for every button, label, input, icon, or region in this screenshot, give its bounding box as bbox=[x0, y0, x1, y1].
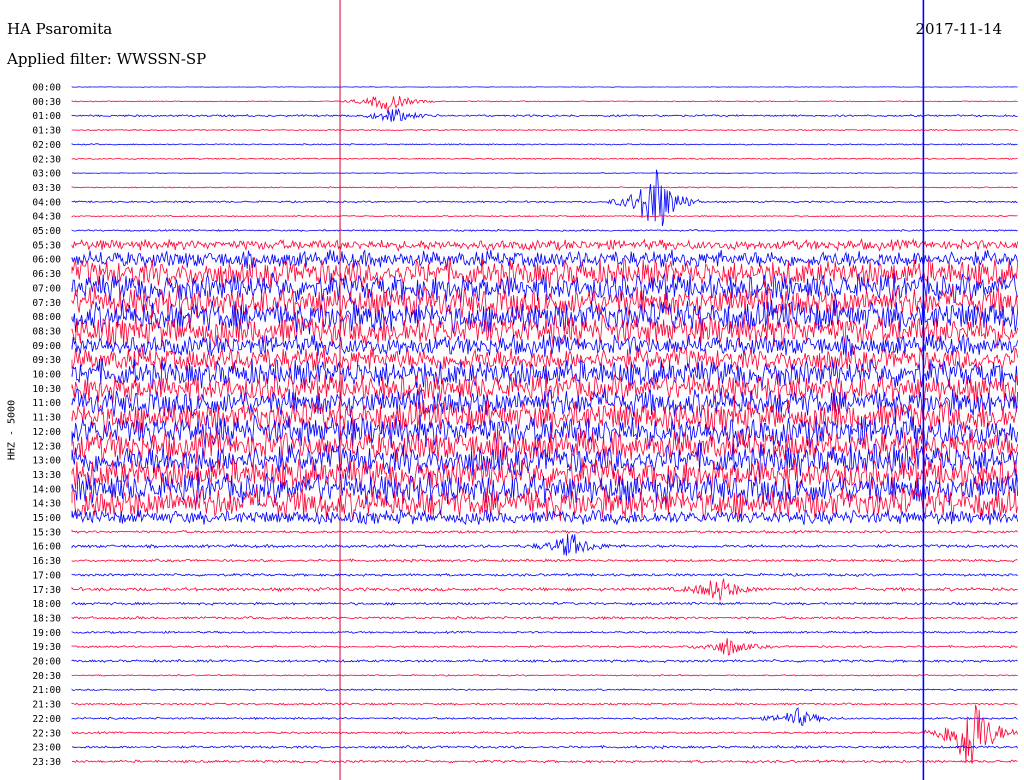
trace-row bbox=[71, 638, 1018, 656]
trace-row bbox=[71, 313, 1018, 349]
row-time-label: 18:00 bbox=[32, 599, 61, 610]
row-time-label: 07:30 bbox=[32, 298, 61, 309]
row-time-label: 05:30 bbox=[32, 240, 61, 251]
row-time-label: 10:00 bbox=[32, 370, 61, 381]
row-time-label: 09:30 bbox=[32, 355, 61, 366]
row-time-label: 21:00 bbox=[32, 685, 61, 696]
trace-row bbox=[71, 704, 1018, 764]
row-time-label: 22:00 bbox=[32, 714, 61, 725]
row-time-label: 07:00 bbox=[32, 283, 61, 294]
row-time-label: 19:30 bbox=[32, 642, 61, 653]
row-time-label: 12:30 bbox=[32, 441, 61, 452]
trace-row bbox=[71, 744, 1018, 750]
row-time-label: 17:00 bbox=[32, 570, 61, 581]
row-time-label: 19:00 bbox=[32, 628, 61, 639]
trace-row bbox=[71, 688, 1018, 692]
row-time-label: 03:30 bbox=[32, 183, 61, 194]
row-time-label: 06:30 bbox=[32, 269, 61, 280]
row-time-label: 13:30 bbox=[32, 470, 61, 481]
row-time-label: 21:30 bbox=[32, 700, 61, 711]
trace-row bbox=[71, 457, 1018, 492]
trace-row bbox=[71, 96, 1018, 114]
row-time-label: 08:00 bbox=[32, 312, 61, 323]
trace-row bbox=[71, 578, 1018, 601]
trace-row bbox=[71, 333, 1018, 358]
row-time-label: 02:00 bbox=[32, 140, 61, 151]
row-time-label: 23:00 bbox=[32, 743, 61, 754]
row-time-label: 09:00 bbox=[32, 341, 61, 352]
trace-row bbox=[71, 229, 1018, 232]
row-time-label: 05:00 bbox=[32, 226, 61, 237]
row-time-label: 18:30 bbox=[32, 613, 61, 624]
trace-row bbox=[71, 509, 1018, 526]
row-time-label: 23:30 bbox=[32, 757, 61, 768]
row-time-label: 04:30 bbox=[32, 212, 61, 223]
trace-row bbox=[71, 533, 1018, 556]
row-time-label: 15:30 bbox=[32, 527, 61, 538]
trace-row bbox=[71, 86, 1018, 88]
row-time-label: 06:00 bbox=[32, 255, 61, 266]
trace-row bbox=[71, 237, 1018, 252]
trace-row bbox=[71, 630, 1018, 635]
trace-row bbox=[71, 558, 1018, 563]
row-time-label: 15:00 bbox=[32, 513, 61, 524]
row-time-label: 17:30 bbox=[32, 585, 61, 596]
trace-row bbox=[71, 387, 1018, 419]
row-time-label: 13:00 bbox=[32, 456, 61, 467]
trace-row bbox=[71, 143, 1018, 146]
row-time-label: 11:30 bbox=[32, 413, 61, 424]
row-time-label: 01:00 bbox=[32, 111, 61, 122]
row-time-label: 11:00 bbox=[32, 398, 61, 409]
row-time-label: 01:30 bbox=[32, 126, 61, 137]
helicorder-plot: 00:00 00:30 01:00 01:30 02:00 02:30 03:00 03:30… bbox=[32, 0, 1018, 780]
trace-row bbox=[71, 357, 1018, 390]
trace-row bbox=[71, 186, 1018, 189]
row-time-label: 20:30 bbox=[32, 671, 61, 682]
row-time-label: 12:00 bbox=[32, 427, 61, 438]
row-time-label: 16:00 bbox=[32, 542, 61, 553]
trace-row bbox=[71, 601, 1018, 606]
row-time-label: 14:00 bbox=[32, 484, 61, 495]
row-time-label: 16:30 bbox=[32, 556, 61, 567]
row-time-label: 10:30 bbox=[32, 384, 61, 395]
trace-row bbox=[71, 615, 1018, 621]
row-time-label: 00:00 bbox=[32, 83, 61, 94]
row-time-label: 14:30 bbox=[32, 499, 61, 510]
row-time-label: 08:30 bbox=[32, 326, 61, 337]
trace-row bbox=[71, 108, 1018, 122]
row-time-label: 02:30 bbox=[32, 154, 61, 165]
trace-row bbox=[71, 157, 1018, 161]
trace-row bbox=[71, 169, 1018, 227]
trace-row bbox=[71, 674, 1018, 677]
trace-row bbox=[71, 572, 1018, 577]
trace-row bbox=[71, 759, 1018, 764]
row-time-label: 20:00 bbox=[32, 657, 61, 668]
row-time-label: 22:30 bbox=[32, 728, 61, 739]
trace-row bbox=[71, 440, 1018, 478]
trace-row bbox=[71, 249, 1018, 269]
trace-row bbox=[71, 172, 1018, 174]
trace-row bbox=[71, 658, 1018, 663]
row-time-label: 00:30 bbox=[32, 97, 61, 108]
row-time-label: 03:00 bbox=[32, 169, 61, 180]
row-time-label: 04:00 bbox=[32, 197, 61, 208]
trace-row bbox=[71, 214, 1018, 218]
trace-row bbox=[71, 529, 1018, 535]
trace-row bbox=[71, 702, 1018, 706]
trace-row bbox=[71, 707, 1018, 727]
trace-row bbox=[71, 128, 1018, 132]
